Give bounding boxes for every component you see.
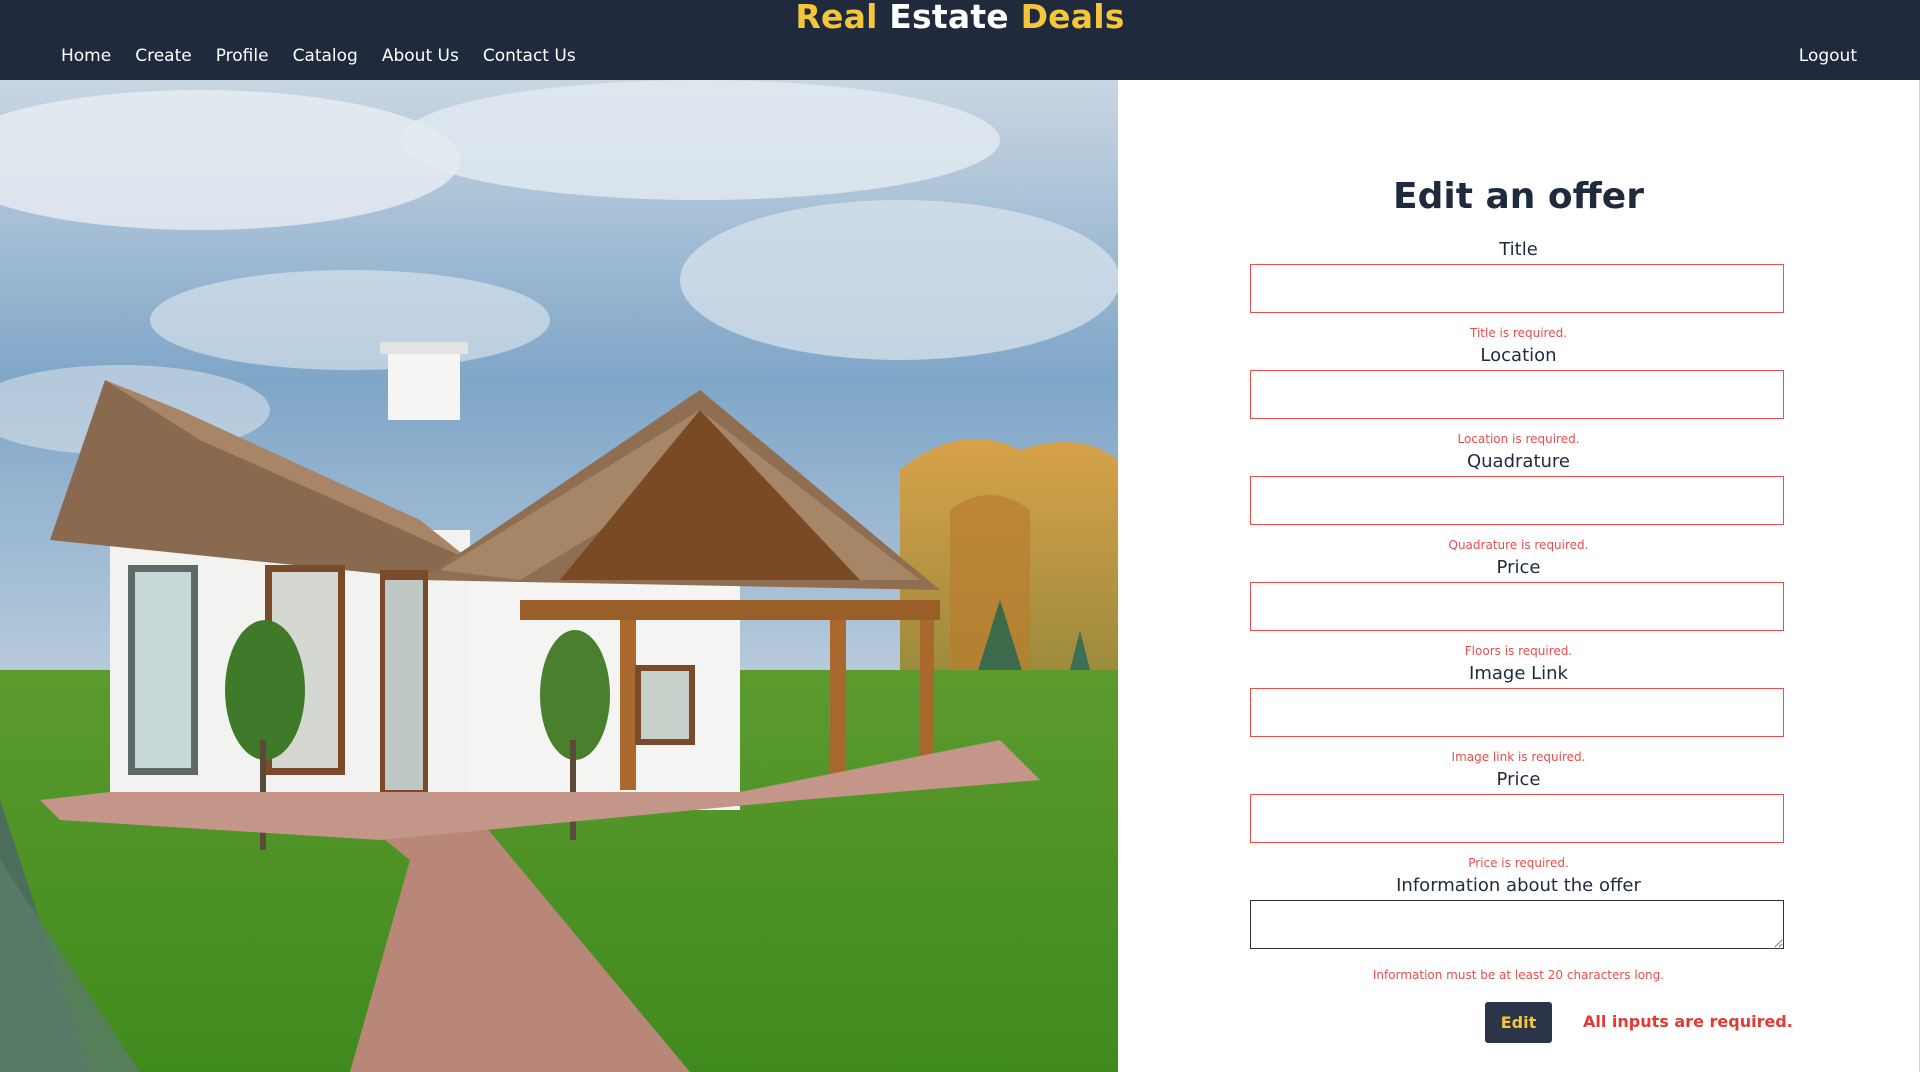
logout-link[interactable]: Logout <box>1799 46 1857 66</box>
nav-profile-link[interactable]: Profile <box>216 46 269 66</box>
info-label: Information about the offer <box>1396 875 1641 896</box>
nav-about-link[interactable]: About Us <box>382 46 459 66</box>
edit-offer-form: Edit an offer Title Title is required. L… <box>1118 80 1919 1072</box>
location-label: Location <box>1480 345 1557 366</box>
location-error: Location is required. <box>1457 432 1580 446</box>
edit-button[interactable]: Edit <box>1485 1002 1552 1043</box>
top-navbar: Real Estate Deals Home Create Profile Ca… <box>0 0 1920 80</box>
price-label: Price <box>1496 769 1541 790</box>
title-error: Title is required. <box>1469 326 1568 340</box>
nav-home-link[interactable]: Home <box>61 46 111 66</box>
main-nav: Home Create Profile Catalog About Us Con… <box>61 46 600 66</box>
image-link-error: Image link is required. <box>1451 750 1586 764</box>
form-title: Edit an offer <box>1393 176 1644 217</box>
quadrature-input[interactable] <box>1250 476 1784 525</box>
price-input[interactable] <box>1250 794 1784 843</box>
quadrature-error: Quadrature is required. <box>1448 538 1589 552</box>
quadrature-label: Quadrature <box>1466 451 1570 472</box>
all-inputs-required-error: All inputs are required. <box>1583 1012 1793 1031</box>
nav-contact-link[interactable]: Contact Us <box>483 46 576 66</box>
brand-word-estate: Estate <box>889 0 1009 36</box>
image-link-label: Image Link <box>1469 663 1568 684</box>
image-link-input[interactable] <box>1250 688 1784 737</box>
floors-price-label: Price <box>1496 557 1541 578</box>
brand-logo[interactable]: Real Estate Deals <box>0 0 1920 36</box>
nav-catalog-link[interactable]: Catalog <box>293 46 358 66</box>
title-label: Title <box>1499 239 1538 260</box>
info-textarea[interactable] <box>1250 900 1784 949</box>
location-input[interactable] <box>1250 370 1784 419</box>
info-error: Information must be at least 20 characte… <box>1372 968 1665 982</box>
brand-word-real: Real <box>795 0 878 36</box>
floors-error: Floors is required. <box>1464 644 1573 658</box>
price-error: Price is required. <box>1468 856 1569 870</box>
brand-word-deals: Deals <box>1020 0 1125 36</box>
nav-create-link[interactable]: Create <box>135 46 192 66</box>
house-photo <box>0 80 1118 1072</box>
title-input[interactable] <box>1250 264 1784 313</box>
floors-input[interactable] <box>1250 582 1784 631</box>
